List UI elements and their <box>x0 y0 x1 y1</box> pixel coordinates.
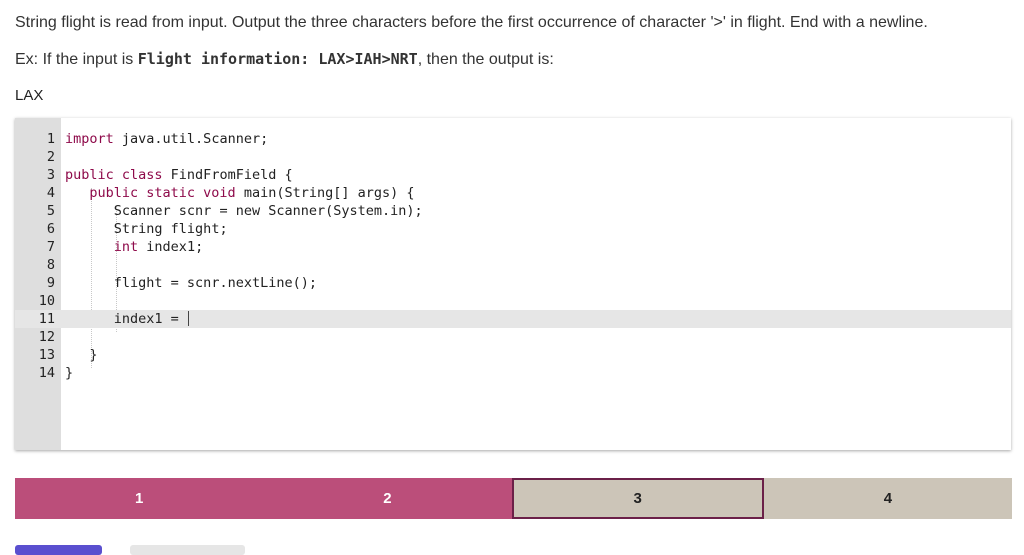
code-content: FindFromField { <box>162 167 293 183</box>
line-number: 5 <box>46 203 55 219</box>
line-number: 2 <box>46 149 55 165</box>
step-1[interactable]: 1 <box>15 478 264 519</box>
example-statement: Ex: If the input is Flight information: … <box>15 48 1015 71</box>
code-content: java.util.Scanner; <box>113 131 269 147</box>
code-keyword: import <box>65 131 114 147</box>
progress-steps: 1234 <box>15 478 1012 519</box>
example-output: LAX <box>15 87 44 104</box>
code-line[interactable]: 1 import java.util.Scanner; <box>15 130 1011 148</box>
line-number: 3 <box>46 167 55 183</box>
code-keyword: public static void <box>89 185 236 201</box>
example-input: Flight information: LAX>IAH>NRT <box>137 50 418 68</box>
code-line[interactable]: 6 String flight; <box>15 220 1011 238</box>
code-content: flight = scnr.nextLine(); <box>113 275 317 291</box>
code-line[interactable]: 14} <box>15 364 1011 382</box>
line-number: 12 <box>38 329 55 345</box>
code-line[interactable]: 5 Scanner scnr = new Scanner(System.in); <box>15 202 1011 220</box>
code-line[interactable]: 4 public static void main(String[] args)… <box>15 184 1011 202</box>
line-number: 1 <box>46 131 55 147</box>
code-keyword: public class <box>65 167 163 183</box>
code-line[interactable]: 3 public class FindFromField { <box>15 166 1011 184</box>
code-line[interactable]: 2 <box>15 148 1011 166</box>
code-text: public class FindFromField { <box>65 166 293 184</box>
code-text: } <box>65 346 98 364</box>
code-text: } <box>65 364 73 382</box>
code-text: flight = scnr.nextLine(); <box>65 274 317 292</box>
line-number: 8 <box>46 257 55 273</box>
code-content: main(String[] args) { <box>235 185 415 201</box>
step-4[interactable]: 4 <box>763 478 1012 519</box>
code-line[interactable]: 7 int index1; <box>15 238 1011 256</box>
code-line[interactable]: 11 index1 = <box>15 310 1011 328</box>
code-line[interactable]: 10 <box>15 292 1011 310</box>
code-line[interactable]: 12 <box>15 328 1011 346</box>
code-line[interactable]: 8 <box>15 256 1011 274</box>
text-cursor <box>187 311 189 326</box>
code-text: public static void main(String[] args) { <box>65 184 415 202</box>
line-number: 7 <box>46 239 55 255</box>
code-text: import java.util.Scanner; <box>65 130 268 148</box>
code-content: } <box>89 347 98 363</box>
step-2[interactable]: 2 <box>263 478 512 519</box>
code-content: } <box>65 365 74 381</box>
example-prefix: Ex: If the input is <box>15 51 138 68</box>
code-line[interactable]: 9 flight = scnr.nextLine(); <box>15 274 1011 292</box>
code-content: Scanner scnr = new Scanner(System.in); <box>113 203 423 219</box>
step-3[interactable]: 3 <box>511 478 764 519</box>
check-button[interactable] <box>15 545 102 555</box>
line-number: 4 <box>46 185 55 201</box>
code-line[interactable]: 13 } <box>15 346 1011 364</box>
code-text: int index1; <box>65 238 203 256</box>
line-number: 11 <box>38 311 55 327</box>
problem-statement: String flight is read from input. Output… <box>15 14 928 31</box>
code-content: index1; <box>138 239 204 255</box>
code-text: Scanner scnr = new Scanner(System.in); <box>65 202 423 220</box>
code-editor[interactable]: 1 import java.util.Scanner; 2 3 public class… <box>15 118 1011 450</box>
line-number: 9 <box>46 275 55 291</box>
example-suffix: , then the output is: <box>417 51 554 68</box>
line-number: 13 <box>38 347 55 363</box>
next-button[interactable] <box>130 545 245 555</box>
line-number: 6 <box>46 221 55 237</box>
line-number: 14 <box>38 365 55 381</box>
code-content: index1 = <box>113 311 187 327</box>
code-keyword: int <box>113 239 139 255</box>
code-text: String flight; <box>65 220 228 238</box>
code-content: String flight; <box>113 221 228 237</box>
code-text: index1 = <box>65 310 189 328</box>
line-number: 10 <box>38 293 55 309</box>
